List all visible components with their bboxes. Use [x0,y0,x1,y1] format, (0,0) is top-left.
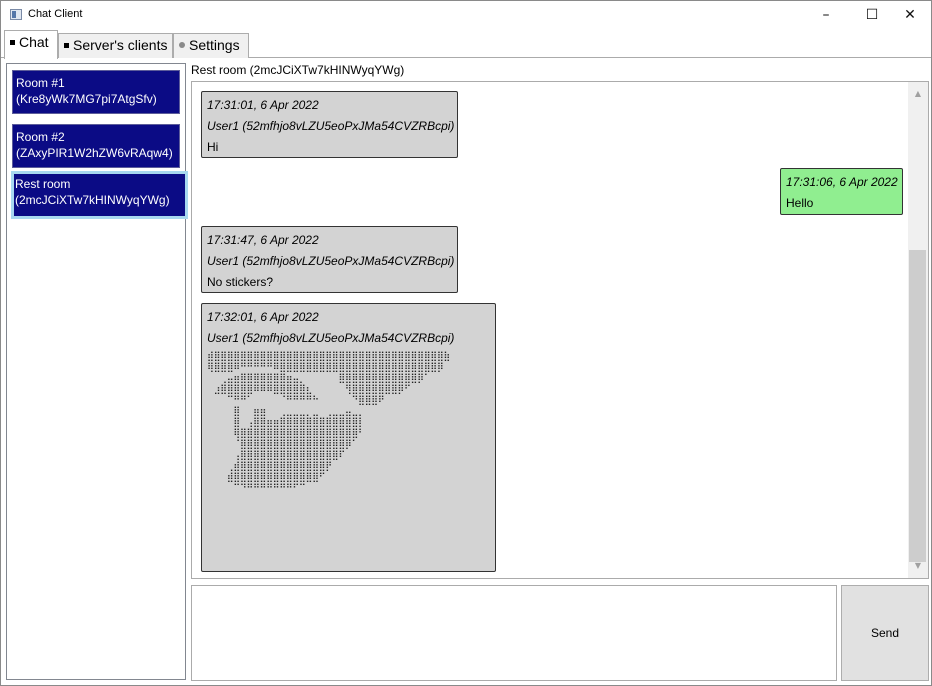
room-name: Room #1 [16,76,65,90]
tab-label: Server's clients [73,37,168,53]
message-bubble-own: 17:31:06, 6 Apr 2022 Hello [780,168,903,215]
room-item[interactable]: Room #2 (ZAxyPIR1W2hZW6vRAqw4) [12,124,180,168]
message-input[interactable] [191,585,837,681]
room-item[interactable]: Room #1 (Kre8yWk7MG7pi7AtgSfv) [12,70,180,114]
message-sender: User1 (52mfhjo8vLZU5eoPxJMa54CVZRBcpi) [207,254,455,268]
tab-servers-clients[interactable]: Server's clients [58,33,173,58]
message-timestamp: 17:32:01, 6 Apr 2022 [207,310,319,324]
room-list[interactable]: Room #1 (Kre8yWk7MG7pi7AtgSfv) Room #2 (… [6,63,188,680]
minimize-button[interactable]: – [803,1,849,29]
message-bubble: 17:31:01, 6 Apr 2022 User1 (52mfhjo8vLZU… [201,91,458,158]
message-timestamp: 17:31:47, 6 Apr 2022 [207,233,319,247]
sticker-braille-art: ⣾⣿⣿⣿⣿⣿⣿⣿⣿⣿⣿⣿⣿⣿⣿⣿⣿⣿⣿⣿⣿⣿⣿⣿⣿⣿⣿⣿⣿⣿⣿⣿⣿⣿⣿⣿⣷ ⢿⣿… [207,351,450,494]
message-sender: User1 (52mfhjo8vLZU5eoPxJMa54CVZRBcpi) [207,119,455,133]
message-text: Hello [786,196,814,210]
tab-bullet-icon [64,43,69,48]
message-bubble-sticker: 17:32:01, 6 Apr 2022 User1 (52mfhjo8vLZU… [201,303,496,572]
tab-chat[interactable]: Chat [4,30,58,59]
scroll-up-arrow-icon[interactable]: ▲ [908,86,928,102]
chat-client-window: Chat Client – ☐ ✕ Chat Server's clients … [0,0,932,686]
message-timestamp: 17:31:06, 6 Apr 2022 [786,175,898,189]
message-sender: User1 (52mfhjo8vLZU5eoPxJMa54CVZRBcpi) [207,331,455,345]
tab-bullet-icon [179,42,185,48]
message-text: Hi [207,140,219,154]
vertical-scrollbar[interactable]: ▲ ▼ [908,82,928,578]
tab-settings[interactable]: Settings [173,33,249,58]
scroll-thumb[interactable] [909,250,926,562]
send-button[interactable]: Send [841,585,929,681]
title-bar[interactable]: Chat Client – ☐ ✕ [1,1,931,29]
tab-label: Chat [19,34,49,50]
current-room-title: Rest room (2mcJCiXTw7kHINWyqYWg) [191,63,405,77]
tab-strip: Chat Server's clients Settings [1,29,931,59]
message-timestamp: 17:31:01, 6 Apr 2022 [207,98,319,112]
message-text: No stickers? [207,275,274,289]
room-id: (2mcJCiXTw7kHINWyqYWg) [15,193,170,207]
message-list[interactable]: 17:31:01, 6 Apr 2022 User1 (52mfhjo8vLZU… [191,81,929,579]
window-title: Chat Client [28,8,83,20]
close-button[interactable]: ✕ [887,1,932,29]
room-name: Room #2 [16,130,65,144]
app-window-icon [10,9,22,20]
room-name: Rest room [15,177,71,191]
room-item-selected[interactable]: Rest room (2mcJCiXTw7kHINWyqYWg) [11,171,188,219]
tab-label: Settings [189,37,240,53]
scroll-down-arrow-icon[interactable]: ▼ [908,558,928,574]
message-bubble: 17:31:47, 6 Apr 2022 User1 (52mfhjo8vLZU… [201,226,458,293]
room-id: (Kre8yWk7MG7pi7AtgSfv) [16,92,157,106]
room-id: (ZAxyPIR1W2hZW6vRAqw4) [16,146,173,160]
tab-bullet-icon [10,40,15,45]
